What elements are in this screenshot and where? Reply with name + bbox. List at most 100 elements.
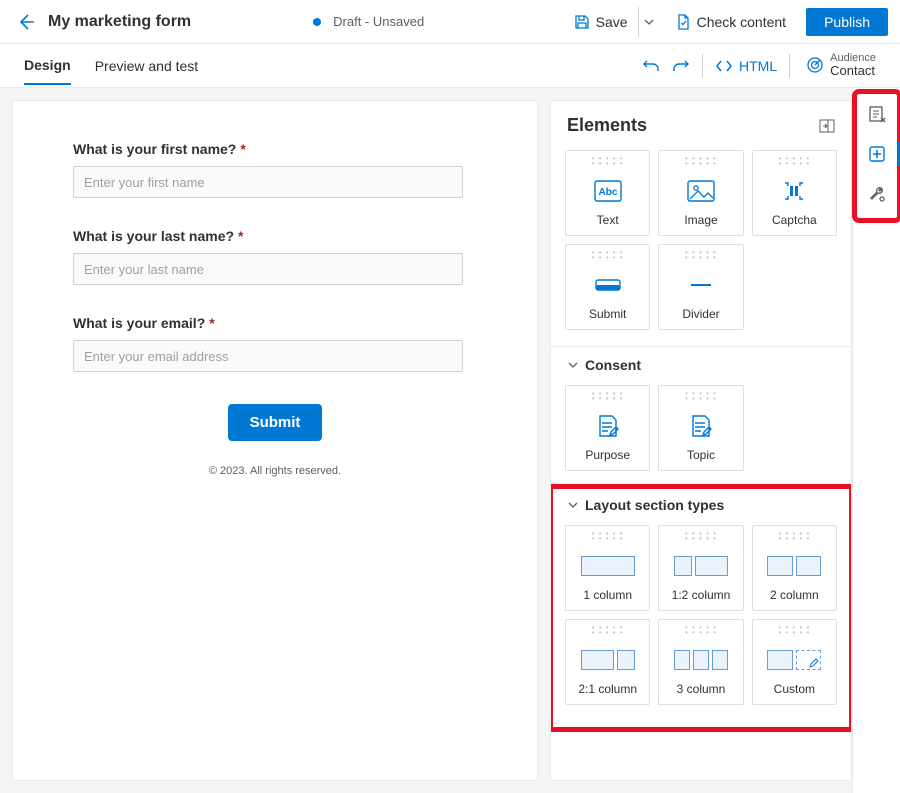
purpose-icon <box>596 413 620 439</box>
firstname-input[interactable] <box>73 166 463 198</box>
collapse-panel-icon[interactable] <box>819 119 835 133</box>
code-icon <box>715 57 733 75</box>
tab-design[interactable]: Design <box>24 47 71 85</box>
grip-icon: • • • • •• • • • • <box>592 626 624 636</box>
arrow-left-icon <box>16 12 36 32</box>
rail-elements-button[interactable] <box>859 136 895 172</box>
grip-icon: • • • • •• • • • • <box>592 251 624 261</box>
element-label: 2:1 column <box>578 682 637 696</box>
back-button[interactable] <box>12 8 40 36</box>
element-image[interactable]: • • • • •• • • • • Image <box>658 150 743 236</box>
submit-icon <box>594 274 622 296</box>
group-title: Consent <box>585 357 641 373</box>
layout-2-1-column[interactable]: • • • • •• • • • • 2:1 column <box>565 619 650 705</box>
undo-button[interactable] <box>636 51 666 81</box>
divider-icon <box>687 274 715 296</box>
element-captcha[interactable]: • • • • •• • • • • Captcha <box>752 150 837 236</box>
save-dropdown[interactable] <box>638 7 659 37</box>
add-element-icon <box>868 145 886 163</box>
panel-title: Elements <box>567 115 647 136</box>
required-indicator: * <box>240 141 245 157</box>
form-field-lastname[interactable]: What is your last name?* <box>73 228 477 285</box>
layout-custom[interactable]: • • • • •• • • • • Custom <box>752 619 837 705</box>
group-layout-header[interactable]: Layout section types <box>551 487 851 521</box>
save-icon <box>574 14 590 30</box>
side-rail <box>852 88 900 793</box>
required-indicator: * <box>238 228 243 244</box>
check-content-icon <box>675 14 691 30</box>
check-content-button[interactable]: Check content <box>667 7 795 37</box>
target-icon <box>806 56 824 74</box>
email-input[interactable] <box>73 340 463 372</box>
grip-icon: • • • • •• • • • • <box>778 157 810 167</box>
publish-button[interactable]: Publish <box>806 8 888 36</box>
grip-icon: • • • • •• • • • • <box>685 626 717 636</box>
element-label: Image <box>684 213 717 227</box>
element-label: 1 column <box>583 588 632 602</box>
element-label: Captcha <box>772 213 817 227</box>
form-submit-button[interactable]: Submit <box>228 404 323 441</box>
element-divider[interactable]: • • • • •• • • • • Divider <box>658 244 743 330</box>
lastname-input[interactable] <box>73 253 463 285</box>
rail-form-button[interactable] <box>859 96 895 132</box>
audience-text: Audience Contact <box>830 52 876 78</box>
canvas-wrap: What is your first name?* What is your l… <box>0 88 550 793</box>
grip-icon: • • • • •• • • • • <box>685 157 717 167</box>
save-button[interactable]: Save <box>566 7 636 37</box>
element-label: Submit <box>589 307 626 321</box>
save-label: Save <box>596 14 628 30</box>
grip-icon: • • • • •• • • • • <box>685 392 717 402</box>
form-canvas[interactable]: What is your first name?* What is your l… <box>12 100 538 781</box>
html-label: HTML <box>739 58 777 74</box>
command-bar: My marketing form Draft - Unsaved Save C… <box>0 0 900 44</box>
element-submit[interactable]: • • • • •• • • • • Submit <box>565 244 650 330</box>
element-text[interactable]: • • • • •• • • • • Abc Text <box>565 150 650 236</box>
topic-icon <box>689 413 713 439</box>
element-topic[interactable]: • • • • •• • • • • Topic <box>658 385 743 471</box>
tab-bar: Design Preview and test HTML Audience Co… <box>0 44 900 88</box>
element-purpose[interactable]: • • • • •• • • • • Purpose <box>565 385 650 471</box>
status-dot-icon <box>313 18 321 26</box>
chevron-down-icon <box>567 499 579 511</box>
elements-panel: Elements • • • • •• • • • • Abc Text • •… <box>550 100 852 781</box>
separator <box>702 54 703 78</box>
html-view-button[interactable]: HTML <box>709 57 783 75</box>
grip-icon: • • • • •• • • • • <box>778 532 810 542</box>
element-label: 1:2 column <box>672 588 731 602</box>
audience-value: Contact <box>830 64 876 78</box>
separator <box>789 54 790 78</box>
grip-icon: • • • • •• • • • • <box>592 157 624 167</box>
redo-button[interactable] <box>666 51 696 81</box>
form-footer: © 2023. All rights reserved. <box>73 465 477 477</box>
layout-1-2-column[interactable]: • • • • •• • • • • 1:2 column <box>658 525 743 611</box>
image-icon <box>687 180 715 202</box>
page-title: My marketing form <box>48 13 191 31</box>
chevron-down-icon <box>567 359 579 371</box>
layout-section-highlight: Layout section types • • • • •• • • • • … <box>551 487 851 729</box>
rail-settings-button[interactable] <box>859 176 895 212</box>
form-field-firstname[interactable]: What is your first name?* <box>73 141 477 198</box>
layout-2-column[interactable]: • • • • •• • • • • 2 column <box>752 525 837 611</box>
element-label: Purpose <box>585 448 630 462</box>
element-label: Divider <box>682 307 719 321</box>
form-field-email[interactable]: What is your email?* <box>73 315 477 372</box>
grip-icon: • • • • •• • • • • <box>685 251 717 261</box>
element-label: Text <box>597 213 619 227</box>
field-label: What is your first name?* <box>73 141 477 157</box>
redo-icon <box>672 57 690 75</box>
group-consent-header[interactable]: Consent <box>551 347 851 381</box>
rail-highlight <box>857 94 897 218</box>
svg-text:Abc: Abc <box>598 187 617 198</box>
panel-header: Elements <box>551 101 851 146</box>
tab-preview[interactable]: Preview and test <box>95 48 199 84</box>
elements-grid: • • • • •• • • • • Abc Text • • • • •• •… <box>551 146 851 346</box>
grip-icon: • • • • •• • • • • <box>592 392 624 402</box>
grip-icon: • • • • •• • • • • <box>778 626 810 636</box>
wrench-icon <box>868 185 886 203</box>
layout-3-column[interactable]: • • • • •• • • • • 3 column <box>658 619 743 705</box>
pencil-icon <box>809 658 819 668</box>
audience-selector[interactable]: Audience Contact <box>806 52 876 78</box>
consent-grid: • • • • •• • • • • Purpose • • • • •• • … <box>551 381 851 487</box>
layout-1-column[interactable]: • • • • •• • • • • 1 column <box>565 525 650 611</box>
element-label: Topic <box>687 448 715 462</box>
